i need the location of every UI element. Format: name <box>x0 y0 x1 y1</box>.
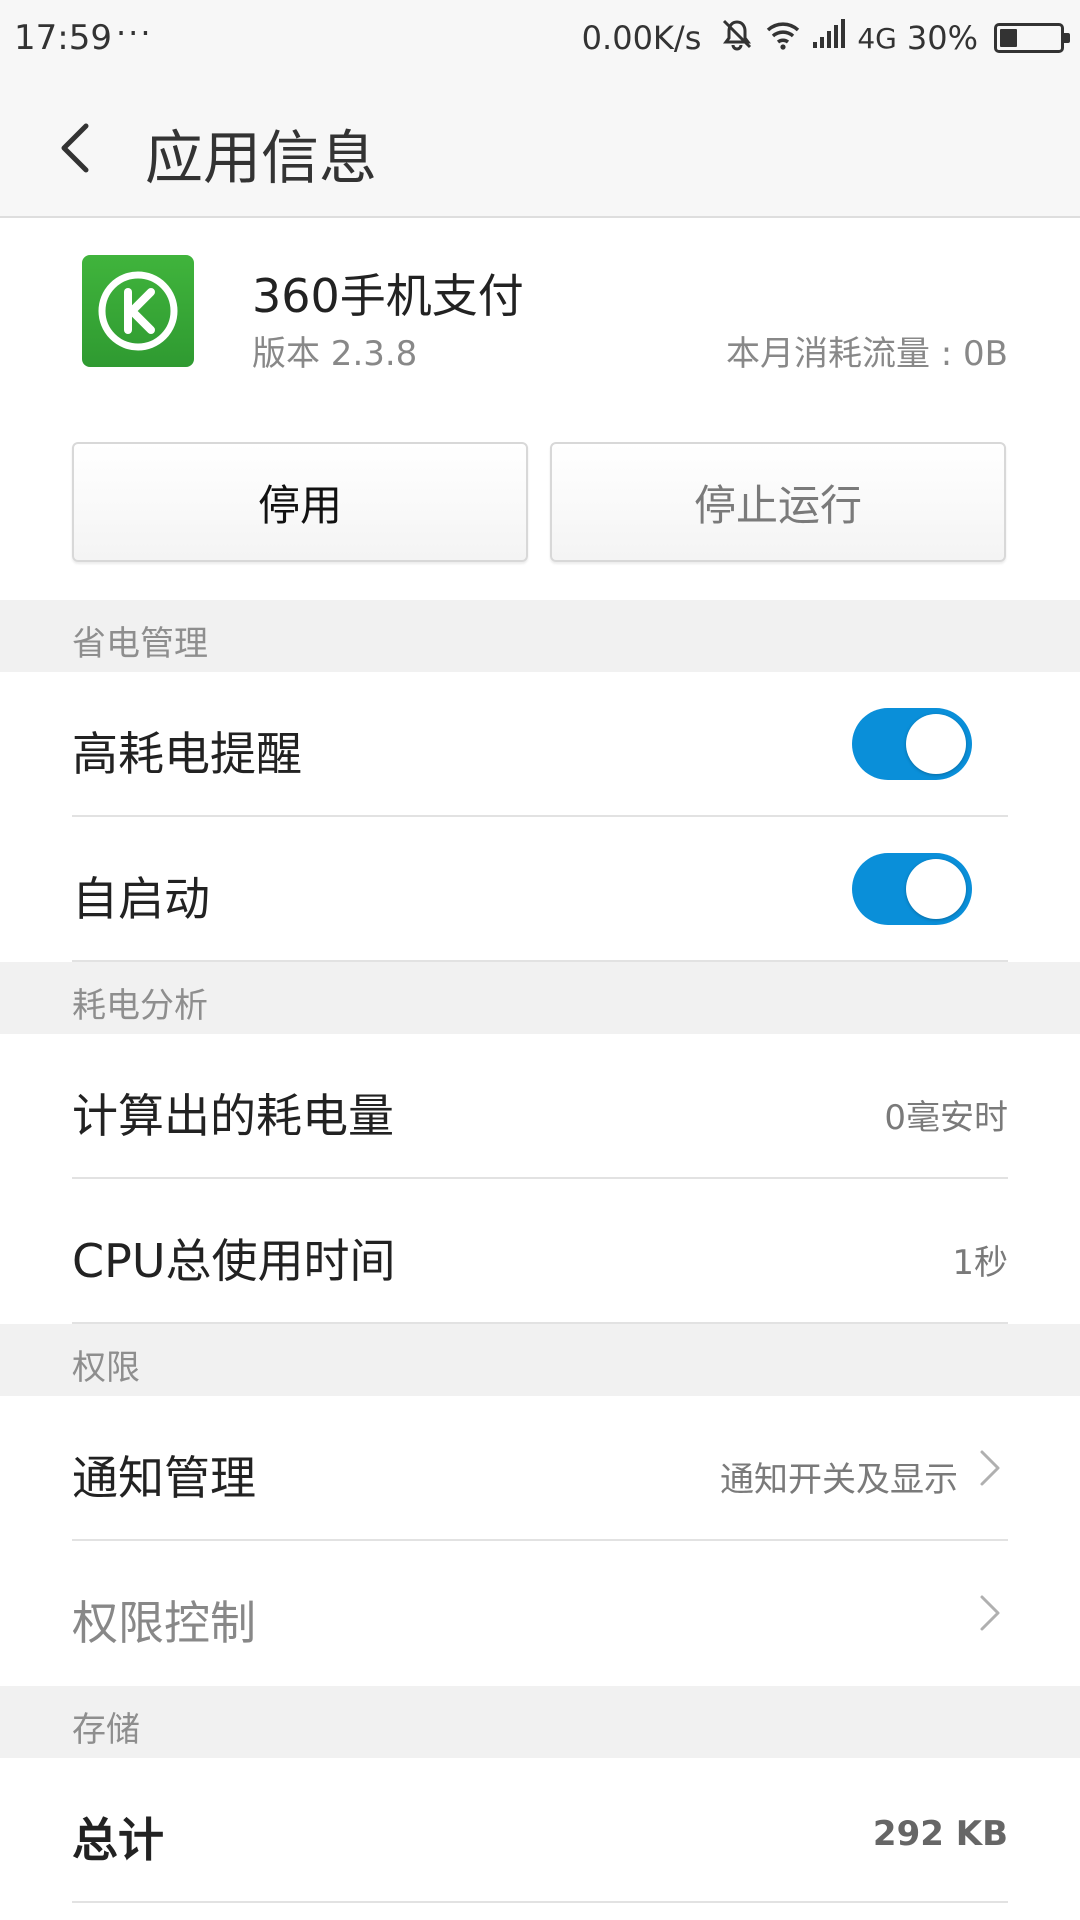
row-label: 总计 <box>72 1813 164 1867</box>
app-icon <box>82 255 194 367</box>
chevron-right-icon <box>980 1595 1000 1631</box>
app-logo-k-icon <box>98 271 178 351</box>
row-storage-total: 总计 292 KB <box>0 1758 1080 1902</box>
status-more-icon: ··· <box>116 14 153 52</box>
row-label: 计算出的耗电量 <box>72 1089 394 1143</box>
monthly-traffic: 本月消耗流量 : 0B <box>725 334 1008 374</box>
battery-percent: 30% <box>906 19 978 57</box>
row-value: 292 KB <box>872 1814 1008 1854</box>
app-version: 版本 2.3.8 <box>252 334 418 374</box>
section-title: 耗电分析 <box>72 986 208 1026</box>
row-permission-control[interactable]: 权限控制 <box>0 1541 1080 1685</box>
back-arrow-icon <box>61 123 89 173</box>
toggle-knob <box>906 859 966 919</box>
row-computed-power: 计算出的耗电量 0毫安时 <box>0 1034 1080 1178</box>
row-notification-management[interactable]: 通知管理 通知开关及显示 <box>0 1396 1080 1540</box>
disable-button[interactable]: 停用 <box>72 442 528 562</box>
section-header-power-management: 省电管理 <box>0 600 1080 672</box>
force-stop-button[interactable]: 停止运行 <box>550 442 1006 562</box>
section-header-storage: 存储 <box>0 1686 1080 1758</box>
status-indicators: 0.00K/s 4G 30% <box>581 16 1070 60</box>
row-label: 权限控制 <box>72 1596 256 1650</box>
app-name: 360手机支付 <box>252 269 524 323</box>
row-label: CPU总使用时间 <box>72 1234 396 1288</box>
mute-icon <box>719 16 755 60</box>
row-label: 通知管理 <box>72 1451 256 1505</box>
wifi-icon <box>765 18 801 58</box>
row-auto-start[interactable]: 自启动 <box>0 817 1080 961</box>
section-header-permissions: 权限 <box>0 1324 1080 1396</box>
section-title: 权限 <box>72 1348 140 1388</box>
row-label: 高耗电提醒 <box>72 727 302 781</box>
high-drain-alert-toggle[interactable] <box>852 708 972 780</box>
row-label: 自启动 <box>72 872 210 926</box>
auto-start-toggle[interactable] <box>852 853 972 925</box>
row-cpu-time: CPU总使用时间 1秒 <box>0 1179 1080 1323</box>
status-bar: 17:59 ··· 0.00K/s 4G 30% <box>0 0 1080 78</box>
net-speed: 0.00K/s <box>581 19 702 57</box>
row-high-drain-alert[interactable]: 高耗电提醒 <box>0 672 1080 816</box>
title-bar: 应用信息 <box>0 78 1080 218</box>
section-title: 存储 <box>72 1710 140 1750</box>
row-value: 1秒 <box>952 1243 1008 1283</box>
toggle-knob <box>906 714 966 774</box>
row-value: 0毫安时 <box>884 1098 1008 1138</box>
status-time: 17:59 <box>14 18 112 58</box>
section-title: 省电管理 <box>72 624 208 664</box>
back-button[interactable] <box>40 108 110 188</box>
battery-icon <box>994 23 1070 53</box>
battery-level <box>1000 29 1018 47</box>
page-title: 应用信息 <box>145 124 378 192</box>
chevron-right-icon <box>980 1450 1000 1486</box>
network-type: 4G <box>857 21 897 55</box>
section-header-power-analysis: 耗电分析 <box>0 962 1080 1034</box>
row-value: 通知开关及显示 <box>720 1460 958 1500</box>
divider <box>72 1901 1008 1903</box>
signal-icon <box>811 18 847 58</box>
